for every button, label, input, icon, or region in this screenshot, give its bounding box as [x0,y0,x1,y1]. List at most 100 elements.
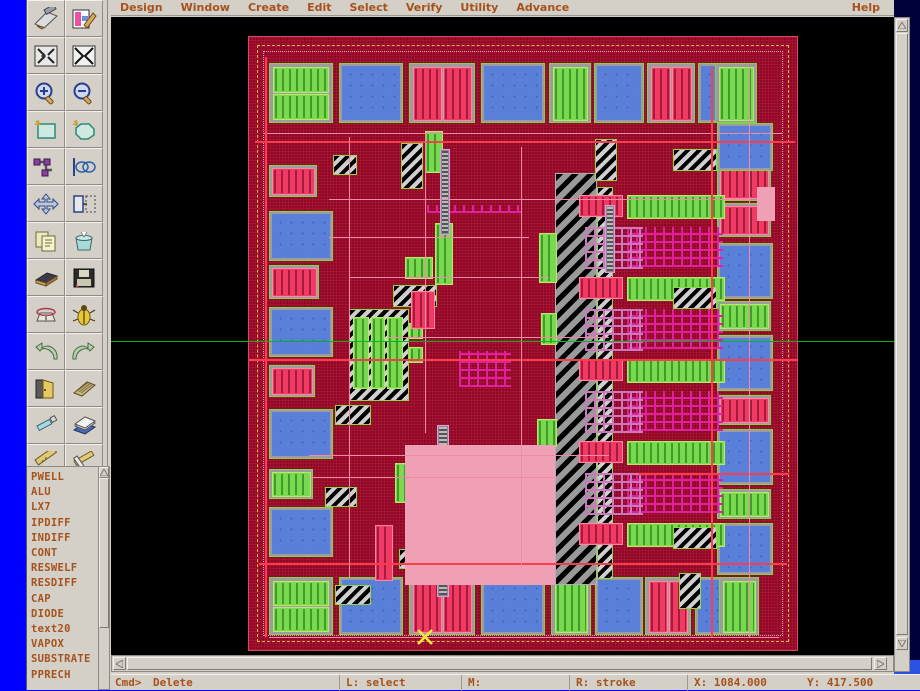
memory-array[interactable] [459,351,511,387]
menu-edit[interactable]: Edit [298,1,340,14]
menu-create[interactable]: Create [239,1,298,14]
card-stack-icon[interactable] [65,407,103,444]
canvas-horizontal-scrollbar[interactable] [111,655,894,672]
layer-item[interactable]: LX7 [31,500,106,515]
canvas-vertical-scrollbar[interactable] [894,17,910,672]
create-polygon-icon[interactable] [65,111,103,148]
pad-cell-group[interactable] [594,63,644,123]
pad-cell-group[interactable] [717,335,773,391]
create-rectangle-icon[interactable] [27,111,65,148]
layer-list-panel[interactable]: PWELL ALU LX7 IPDIFF INDIFF CONT RESWELF… [27,466,107,690]
layer-scroll-up-arrow[interactable] [99,467,109,478]
pad-cell-group[interactable] [269,211,333,261]
menu-window[interactable]: Window [172,1,239,14]
stretch-icon[interactable] [65,185,103,222]
analog-sub-cell[interactable] [387,317,403,389]
redo-icon[interactable] [65,333,103,370]
open-door-icon[interactable] [27,370,65,407]
pad-cell-group[interactable] [269,507,333,557]
zoom-out-icon[interactable] [65,74,103,111]
layer-scroll-thumb[interactable] [99,478,109,628]
diff-cell[interactable] [411,291,435,329]
layer-item[interactable]: text20 [31,622,106,637]
pad-cell-group[interactable] [409,63,475,123]
pad-cell-group[interactable] [269,165,317,197]
layout-viewport[interactable] [136,17,882,672]
menu-utility[interactable]: Utility [451,1,507,14]
delete-trash-icon[interactable] [65,222,103,259]
analog-sub-cell[interactable] [371,317,385,389]
core-row-cell[interactable] [579,523,623,545]
memory-array[interactable] [585,309,643,351]
flashlight-icon[interactable] [27,407,65,444]
pad-cell-group[interactable] [595,577,643,635]
layer-stack-icon[interactable] [65,370,103,407]
layer-item[interactable]: ALU [31,485,106,500]
zoom-fit-in-icon[interactable] [65,37,103,74]
pad-cell-group[interactable] [481,577,545,635]
layout-canvas[interactable] [111,17,894,672]
save-floppy-icon[interactable] [65,259,103,296]
pad-cell-group[interactable] [549,63,591,123]
menu-select[interactable]: Select [340,1,396,14]
layer-item[interactable]: DIODE [31,607,106,622]
pad-cell-group[interactable] [269,577,333,635]
layer-item[interactable]: INDIFF [31,531,106,546]
metal-strip[interactable] [605,205,615,273]
std-cell[interactable] [537,419,557,447]
layer-item[interactable]: SUBSTRATE [31,652,106,667]
pad-cell-group[interactable] [269,63,333,123]
layer-item[interactable]: VAPOX [31,637,106,652]
copy-icon[interactable] [27,222,65,259]
scroll-up-button[interactable] [896,19,908,32]
memory-array[interactable] [585,473,643,515]
std-cell[interactable] [405,257,433,279]
resistor-cell[interactable] [335,585,371,605]
core-row-cell[interactable] [579,359,623,381]
layer-item[interactable]: PPRECH [31,668,106,683]
horizontal-scroll-thumb[interactable] [127,657,872,670]
layer-item[interactable]: CONT [31,546,106,561]
zoom-in-icon[interactable] [27,74,65,111]
pad-cell-group[interactable] [717,301,771,331]
std-cell[interactable] [539,233,557,283]
pad-cell-group[interactable] [481,63,545,123]
undo-icon[interactable] [27,333,65,370]
blueprint-icon[interactable] [27,0,65,37]
pad-cell-group[interactable] [717,429,773,485]
pad-cell-group[interactable] [269,409,333,459]
debug-bug-icon[interactable] [65,296,103,333]
move-icon[interactable] [27,185,65,222]
library-icon[interactable] [27,259,65,296]
layer-item[interactable]: PWELL [31,470,106,485]
scroll-left-button[interactable] [113,657,126,670]
analog-sub-cell[interactable] [353,317,369,389]
menu-help[interactable]: Help [843,1,894,14]
pad-cell-group[interactable] [269,265,319,299]
pad-cell-group[interactable] [269,365,315,397]
scroll-right-button[interactable] [874,657,887,670]
pad-cell-group[interactable] [717,243,773,299]
create-path-icon[interactable] [27,148,65,185]
net-connect-icon[interactable] [65,148,103,185]
probe-icon[interactable] [27,296,65,333]
memory-array[interactable] [585,391,643,433]
pad-cell-group[interactable] [551,577,591,635]
pad-cell-group[interactable] [719,577,759,635]
layer-item[interactable]: RESWELF [31,561,106,576]
pad-cell-group[interactable] [717,123,773,171]
pad-cell-group[interactable] [269,307,333,357]
vertical-scroll-thumb[interactable] [896,33,908,635]
pad-cell-group[interactable] [717,395,771,425]
pad-cell-group[interactable] [715,63,757,123]
zoom-fit-out-icon[interactable] [27,37,65,74]
layer-item[interactable]: RESDIFF [31,576,106,591]
menu-advance[interactable]: Advance [507,1,578,14]
layer-item[interactable]: IPDIFF [31,516,106,531]
pad-cell-group[interactable] [339,63,403,123]
chip-die[interactable] [248,36,798,651]
layer-list-scrollbar[interactable] [98,466,110,690]
layer-item[interactable]: CAP [31,592,106,607]
resistor-cell[interactable] [595,139,617,181]
resistor-cell[interactable] [325,487,357,507]
